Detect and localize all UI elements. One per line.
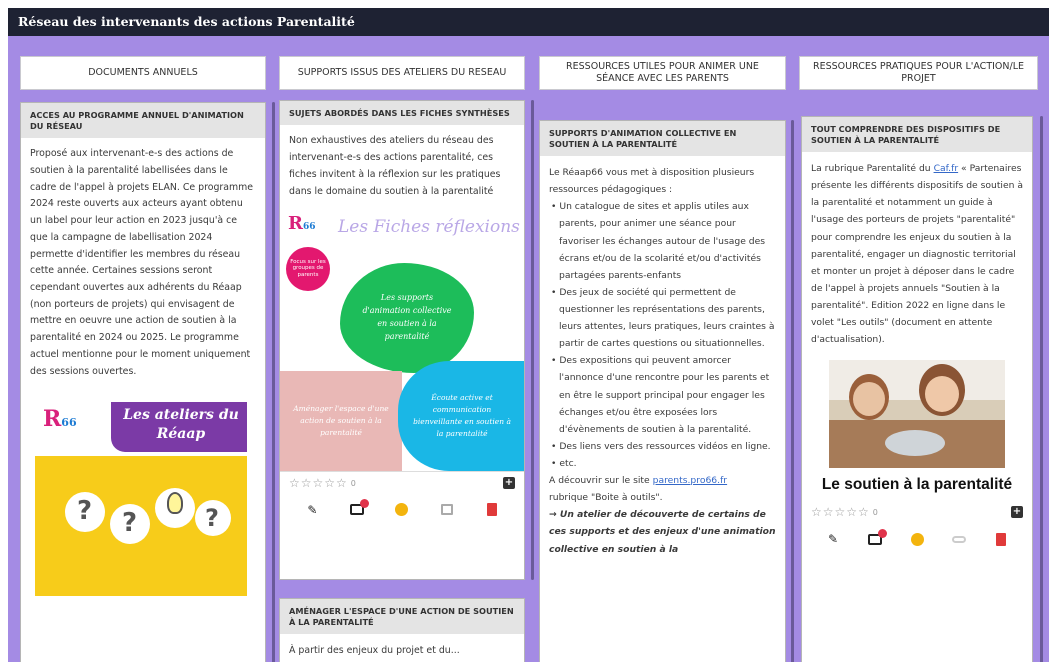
question-mark-icon: ?: [122, 508, 138, 539]
card-title: TOUT COMPRENDRE DES DISPOSITIFS DE SOUTI…: [802, 117, 1032, 153]
intro-text: Le Réaap66 vous met à disposition plusie…: [549, 167, 755, 196]
column-header-ressources-pratiques[interactable]: RESSOURCES PRATIQUES POUR L'ACTION/LE PR…: [799, 56, 1038, 90]
list-item: • Des expositions qui peuvent amorcer l'…: [551, 355, 770, 435]
star-rating[interactable]: ☆☆☆☆☆ 0: [289, 476, 357, 490]
card-body: Non exhaustives des ateliers du réseau d…: [289, 135, 501, 197]
column-scrollbar[interactable]: [791, 120, 794, 662]
delete-trash-icon[interactable]: [993, 531, 1009, 547]
green-topic-blob: Les supports d'animation collective en s…: [340, 262, 474, 373]
card-supports-animation[interactable]: SUPPORTS D'ANIMATION COLLECTIVE EN SOUTI…: [539, 120, 786, 662]
card-body: Le Réaap66 vous met à disposition plusie…: [540, 156, 785, 558]
column-header-ressources-seance[interactable]: RESSOURCES UTILES POUR ANIMER UNE SÉANCE…: [539, 56, 786, 90]
card-title: ACCES AU PROGRAMME ANNUEL D'ANIMATION DU…: [21, 103, 265, 139]
card-body: La rubrique Parentalité du Caf.fr « Part…: [811, 163, 1024, 346]
card-title: SUJETS ABORDÉS DANS LES FICHES SYNTHÈSES: [280, 101, 524, 126]
photo-caption: Le soutien à la parentalité: [821, 476, 1013, 494]
column-scrollbar[interactable]: [272, 102, 275, 662]
reaap-logo: R66: [288, 212, 316, 234]
coin-icon[interactable]: [394, 502, 410, 518]
card-fiches-syntheses[interactable]: SUJETS ABORDÉS DANS LES FICHES SYNTHÈSES…: [279, 100, 525, 580]
card-actions: ✎: [280, 495, 524, 525]
rating-row: ☆☆☆☆☆ 0 +: [802, 500, 1032, 524]
add-comment-icon[interactable]: +: [1011, 506, 1023, 519]
move-card-icon[interactable]: [439, 502, 455, 518]
card-actions: ✎: [802, 524, 1032, 554]
card-body: À partir des enjeux du projet et du...: [289, 645, 460, 657]
edit-pencil-icon[interactable]: ✎: [304, 502, 320, 518]
card-programme-annuel[interactable]: ACCES AU PROGRAMME ANNUEL D'ANIMATION DU…: [20, 102, 266, 662]
add-comment-icon[interactable]: +: [503, 477, 515, 490]
lightbulb-icon: [167, 492, 183, 515]
card-amenager-espace[interactable]: AMÉNAGER L'ESPACE D'UNE ACTION DE SOUTIE…: [279, 598, 525, 662]
list-item: • Un catalogue de sites et applis utiles…: [551, 201, 766, 281]
column-header-supports[interactable]: SUPPORTS ISSUS DES ATELIERS DU RESEAU: [279, 56, 525, 90]
family-photo: [829, 360, 1005, 469]
question-mark-icon: ?: [205, 504, 219, 533]
poster-ateliers-reaap: R66 Les ateliers du Réaap ? ? ?: [35, 396, 247, 597]
reaap-logo: R66: [43, 406, 77, 433]
rating-row: ☆☆☆☆☆ 0 +: [280, 470, 524, 495]
star-rating[interactable]: ☆☆☆☆☆ 0: [811, 505, 879, 519]
link-icon[interactable]: [951, 531, 967, 547]
atelier-note: → Un atelier de découverte de certains d…: [549, 509, 776, 555]
board: DOCUMENTS ANNUELS SUPPORTS ISSUS DES ATE…: [8, 36, 1049, 662]
card-body: Proposé aux intervenant-e-s des actions …: [30, 148, 254, 377]
poster-title: Les ateliers du Réaap: [123, 407, 239, 442]
poster-headline: Les Fiches réflexions: [338, 216, 520, 237]
rubrique-text: rubrique "Boite à outils".: [549, 492, 663, 504]
list-item: • etc.: [551, 457, 577, 469]
column-header-documents[interactable]: DOCUMENTS ANNUELS: [20, 56, 266, 90]
delete-trash-icon[interactable]: [484, 502, 500, 518]
edit-pencil-icon[interactable]: ✎: [825, 531, 841, 547]
poster-fiches-reflexions: R66 Les Fiches réflexions Focus sur les …: [280, 210, 524, 471]
column-scrollbar[interactable]: [1040, 116, 1043, 662]
page-title: Réseau des intervenants des actions Pare…: [8, 8, 1049, 36]
list-item: • Des liens vers des ressources vidéos e…: [551, 440, 771, 452]
blue-topic-blob: Écoute active et communication bienveill…: [398, 360, 524, 471]
column-scrollbar[interactable]: [531, 100, 534, 580]
card-title: AMÉNAGER L'ESPACE D'UNE ACTION DE SOUTIE…: [280, 599, 524, 635]
pink-topic-blob: Aménager l'espace d'une action de soutie…: [280, 370, 402, 471]
list-item: • Des jeux de société qui permettent de …: [551, 286, 775, 350]
caf-link[interactable]: Caf.fr: [934, 163, 959, 174]
card-dispositifs-soutien[interactable]: TOUT COMPRENDRE DES DISPOSITIFS DE SOUTI…: [801, 116, 1033, 662]
comments-icon[interactable]: [349, 499, 370, 518]
coin-icon[interactable]: [909, 531, 925, 547]
comments-icon[interactable]: [867, 528, 887, 547]
focus-badge: Focus sur les groupes de parents: [286, 246, 330, 291]
question-mark-icon: ?: [77, 496, 93, 527]
site-text: A découvrir sur le site parents.pro66.fr: [549, 475, 728, 487]
site-link[interactable]: parents.pro66.fr: [653, 475, 727, 486]
card-title: SUPPORTS D'ANIMATION COLLECTIVE EN SOUTI…: [540, 121, 785, 157]
